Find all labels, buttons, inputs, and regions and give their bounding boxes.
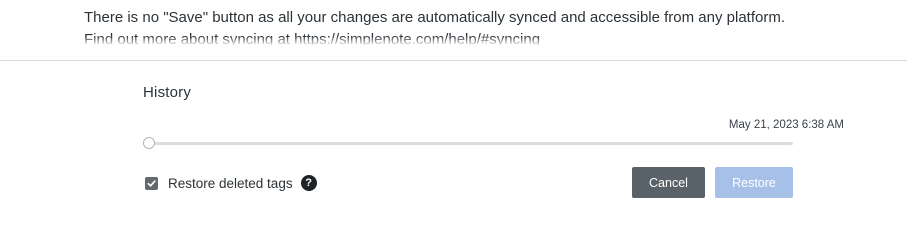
- history-date-label: May 21, 2023 6:38 AM: [728, 119, 844, 131]
- checkmark-icon: [147, 179, 156, 187]
- history-slider-thumb[interactable]: [143, 137, 155, 149]
- note-fade-overlay: [84, 36, 884, 46]
- restore-tags-checkbox[interactable]: [145, 176, 158, 190]
- cancel-button[interactable]: Cancel: [632, 167, 705, 198]
- restore-deleted-tags-option[interactable]: Restore deleted tags ?: [145, 174, 317, 192]
- restore-tags-label: Restore deleted tags: [168, 175, 293, 191]
- history-divider: [0, 60, 907, 61]
- note-editor-text[interactable]: There is no "Save" button as all your ch…: [84, 0, 884, 46]
- history-title: History: [143, 84, 192, 101]
- history-panel-page: There is no "Save" button as all your ch…: [0, 0, 907, 230]
- question-circle-icon[interactable]: ?: [300, 175, 317, 191]
- history-slider-track[interactable]: [143, 142, 793, 145]
- restore-button[interactable]: Restore: [715, 167, 793, 198]
- note-line-1: There is no "Save" button as all your ch…: [84, 9, 786, 26]
